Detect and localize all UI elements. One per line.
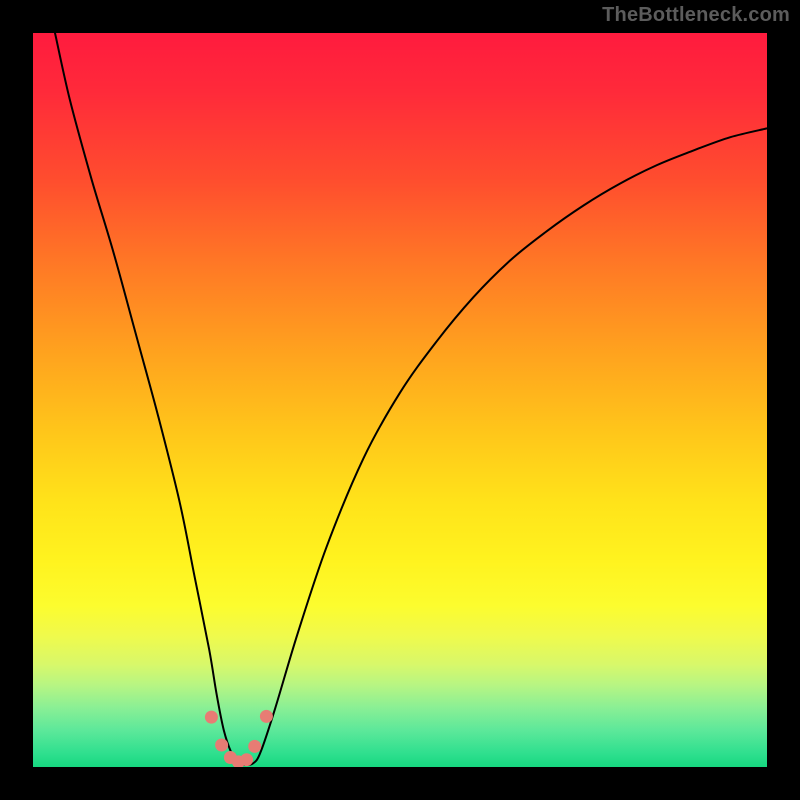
curve-marker — [260, 710, 273, 723]
bottleneck-curve — [55, 33, 767, 765]
curve-markers — [205, 710, 273, 767]
chart-svg — [33, 33, 767, 767]
curve-marker — [240, 753, 253, 766]
curve-marker — [248, 740, 261, 753]
chart-frame: TheBottleneck.com — [0, 0, 800, 800]
curve-marker — [205, 711, 218, 724]
watermark-text: TheBottleneck.com — [602, 4, 790, 27]
curve-marker — [215, 739, 228, 752]
plot-area — [33, 33, 767, 767]
